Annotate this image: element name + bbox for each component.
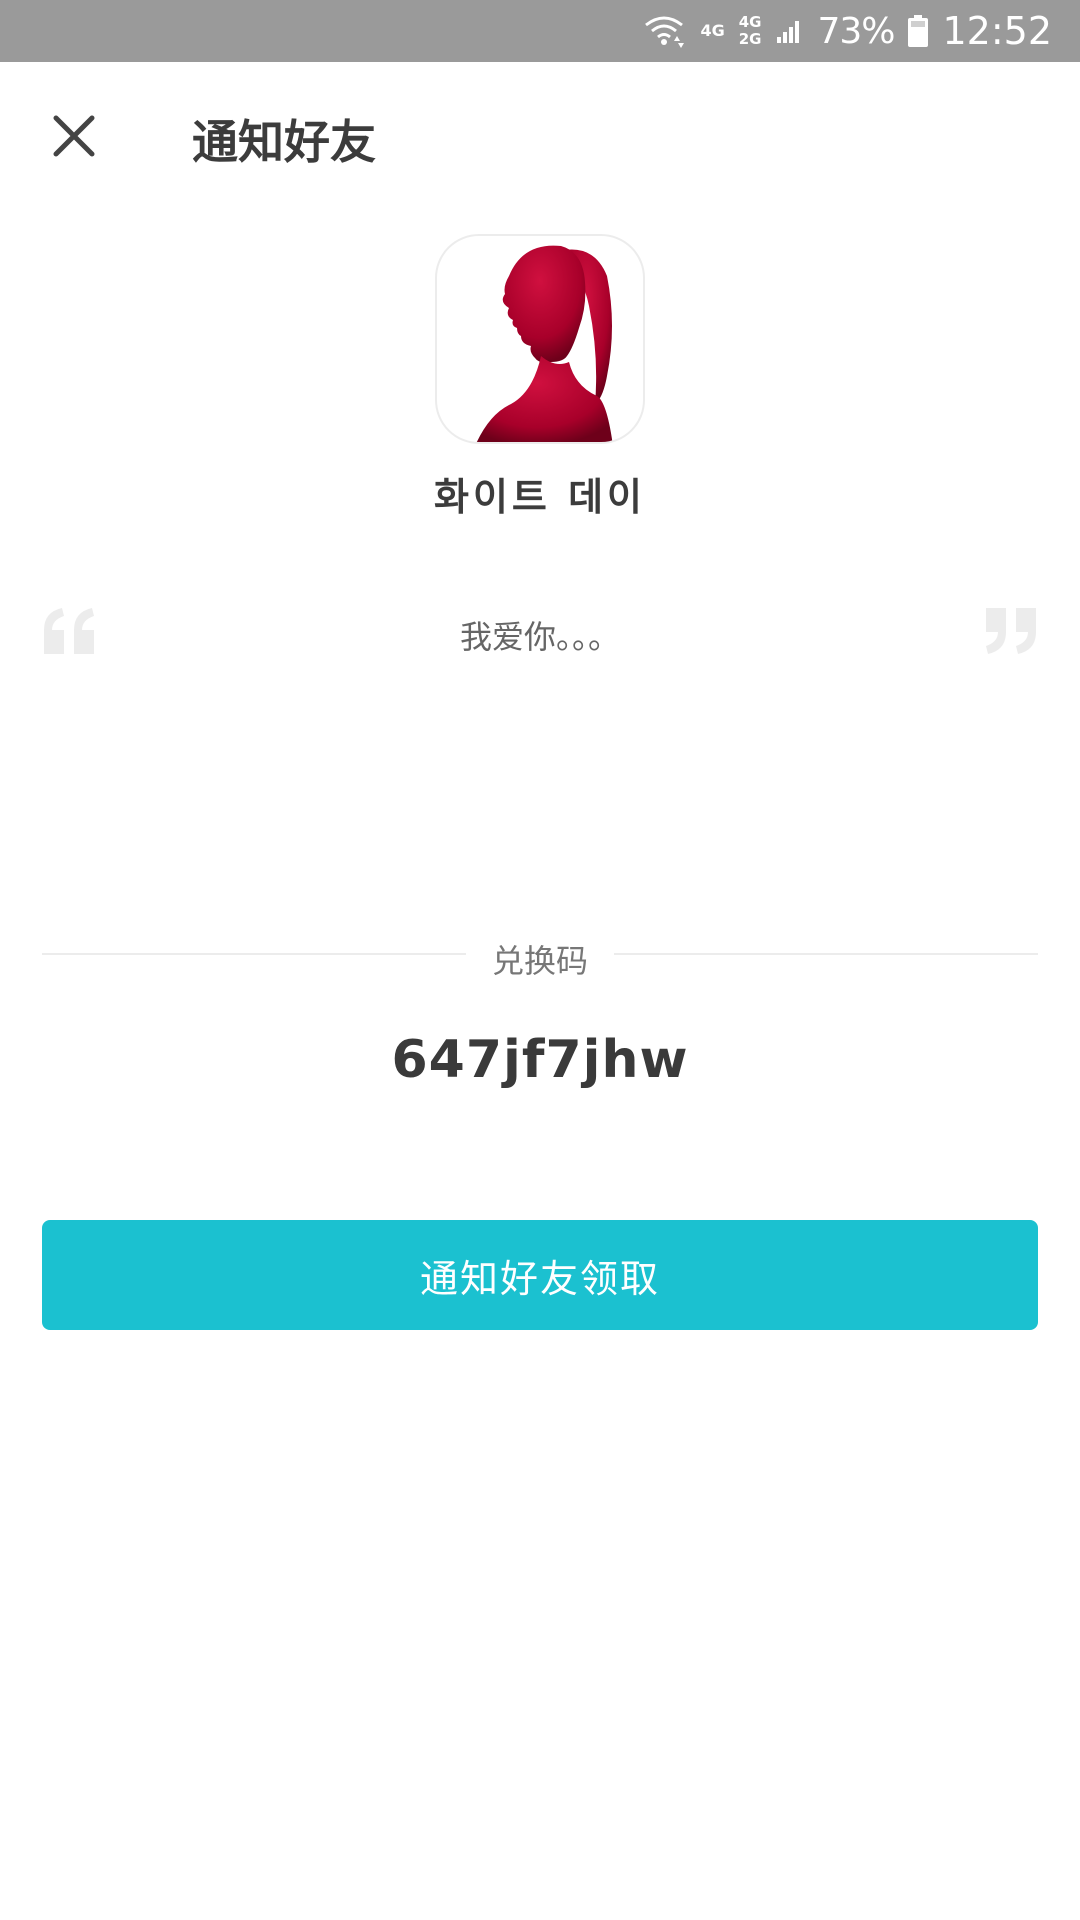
screen: 4G 4G 2G 73% 12:52 通知好友 화이트 데이 我爱你。。。 兑换… [0,0,1080,1920]
page-title: 通知好友 [192,115,376,169]
network-type-bottom: 2G [738,30,762,48]
username: 화이트 데이 [433,475,647,519]
signal-icon [777,21,800,43]
header: 通知好友 [0,62,1080,212]
clock: 12:52 [942,9,1052,53]
network-type-top: 4G [738,13,762,31]
avatar[interactable] [435,234,645,444]
redeem-code[interactable]: 647jf7jhw [0,1030,1080,1090]
status-bar: 4G 4G 2G 73% 12:52 [0,0,1080,62]
wifi-icon [645,16,685,48]
divider-right [614,953,1038,955]
message-text: 我爱你。。。 [459,618,620,656]
notify-friend-button[interactable]: 通知好友领取 [42,1220,1038,1330]
network-type-stack: 4G 2G [739,14,762,48]
redeem-code-label: 兑换码 [491,942,588,980]
quote-close-icon [986,608,1036,654]
divider-left [42,953,466,955]
battery-percent: 73% [817,10,895,52]
close-icon [53,115,95,157]
silhouette-avatar-icon [476,245,613,442]
network-type-label: 4G [700,21,725,40]
battery-icon [908,15,929,47]
close-button[interactable] [40,102,108,170]
